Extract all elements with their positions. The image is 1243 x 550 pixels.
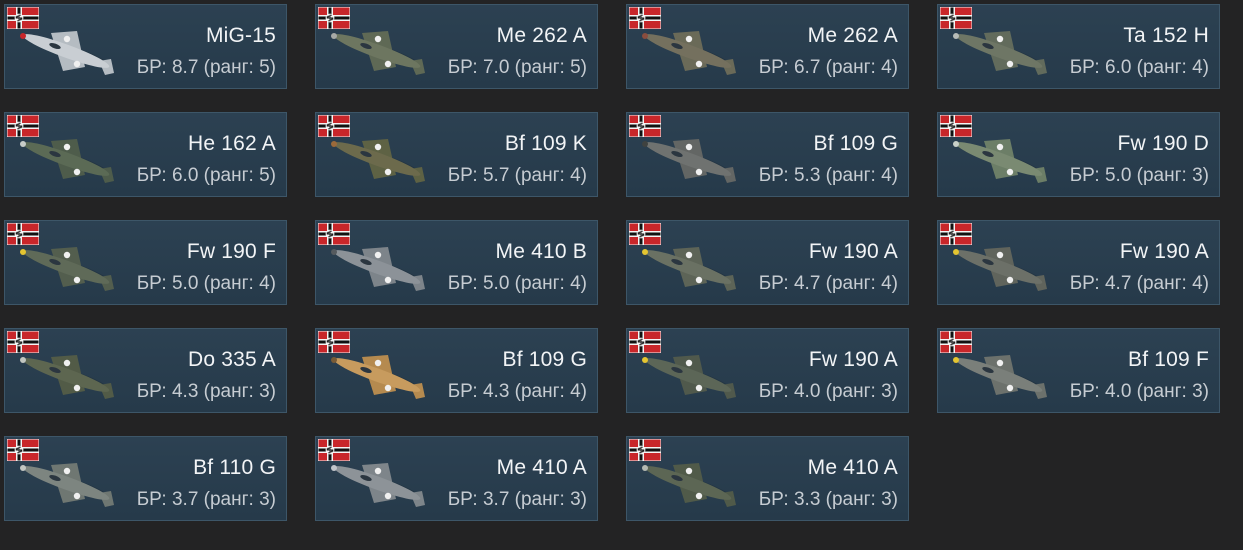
vehicle-name: Bf 109 F: [1128, 348, 1209, 371]
vehicle-card[interactable]: Bf 110 G БР: 3.7 (ранг: 3): [4, 436, 287, 521]
german-flag-icon: [318, 331, 350, 353]
german-flag-icon: [940, 7, 972, 29]
vehicle-name: He 162 A: [188, 132, 276, 155]
german-flag-icon: [318, 115, 350, 137]
vehicle-card[interactable]: Bf 109 G БР: 5.3 (ранг: 4): [626, 112, 909, 197]
vehicle-battle-rating: БР: 6.0 (ранг: 4): [1069, 57, 1209, 78]
vehicle-card[interactable]: Me 410 A БР: 3.7 (ранг: 3): [315, 436, 598, 521]
vehicle-battle-rating: БР: 8.7 (ранг: 5): [136, 57, 276, 78]
vehicle-card[interactable]: Bf 109 G БР: 4.3 (ранг: 4): [315, 328, 598, 413]
vehicle-name: Bf 109 G: [813, 132, 898, 155]
vehicle-card[interactable]: Do 335 A БР: 4.3 (ранг: 3): [4, 328, 287, 413]
german-flag-icon: [7, 331, 39, 353]
vehicle-card[interactable]: Ta 152 H БР: 6.0 (ранг: 4): [937, 4, 1220, 89]
vehicle-card[interactable]: Fw 190 A БР: 4.0 (ранг: 3): [626, 328, 909, 413]
vehicle-battle-rating: БР: 6.7 (ранг: 4): [758, 57, 898, 78]
vehicle-name: Me 410 B: [495, 240, 587, 263]
vehicle-name: Bf 109 G: [502, 348, 587, 371]
german-flag-icon: [7, 115, 39, 137]
vehicle-battle-rating: БР: 6.0 (ранг: 5): [136, 165, 276, 186]
vehicle-battle-rating: БР: 3.7 (ранг: 3): [136, 489, 276, 510]
german-flag-icon: [940, 115, 972, 137]
vehicle-card[interactable]: Bf 109 K БР: 5.7 (ранг: 4): [315, 112, 598, 197]
german-flag-icon: [7, 439, 39, 461]
vehicle-battle-rating: БР: 5.7 (ранг: 4): [447, 165, 587, 186]
vehicle-card[interactable]: Me 262 A БР: 6.7 (ранг: 4): [626, 4, 909, 89]
vehicle-name: Me 410 A: [496, 456, 587, 479]
vehicle-name: Fw 190 A: [808, 348, 898, 371]
vehicle-card[interactable]: MiG-15 БР: 8.7 (ранг: 5): [4, 4, 287, 89]
german-flag-icon: [7, 7, 39, 29]
vehicle-name: Fw 190 A: [808, 240, 898, 263]
german-flag-icon: [629, 7, 661, 29]
vehicle-card[interactable]: Me 262 A БР: 7.0 (ранг: 5): [315, 4, 598, 89]
vehicle-name: Ta 152 H: [1123, 24, 1209, 47]
german-flag-icon: [629, 331, 661, 353]
vehicle-battle-rating: БР: 5.0 (ранг: 4): [447, 273, 587, 294]
vehicle-battle-rating: БР: 4.3 (ранг: 3): [136, 381, 276, 402]
german-flag-icon: [318, 439, 350, 461]
vehicle-battle-rating: БР: 4.3 (ранг: 4): [447, 381, 587, 402]
vehicle-battle-rating: БР: 4.0 (ранг: 3): [758, 381, 898, 402]
vehicle-battle-rating: БР: 3.3 (ранг: 3): [758, 489, 898, 510]
german-flag-icon: [7, 223, 39, 245]
vehicle-card[interactable]: He 162 A БР: 6.0 (ранг: 5): [4, 112, 287, 197]
vehicle-battle-rating: БР: 3.7 (ранг: 3): [447, 489, 587, 510]
german-flag-icon: [629, 223, 661, 245]
german-flag-icon: [629, 439, 661, 461]
vehicle-card[interactable]: Fw 190 A БР: 4.7 (ранг: 4): [937, 220, 1220, 305]
vehicle-card[interactable]: Me 410 A БР: 3.3 (ранг: 3): [626, 436, 909, 521]
vehicle-card[interactable]: Bf 109 F БР: 4.0 (ранг: 3): [937, 328, 1220, 413]
vehicle-name: Bf 109 K: [504, 132, 587, 155]
german-flag-icon: [940, 223, 972, 245]
vehicle-name: Fw 190 F: [186, 240, 276, 263]
vehicle-card[interactable]: Fw 190 D БР: 5.0 (ранг: 3): [937, 112, 1220, 197]
vehicle-name: Fw 190 D: [1117, 132, 1209, 155]
vehicle-battle-rating: БР: 5.0 (ранг: 4): [136, 273, 276, 294]
vehicle-battle-rating: БР: 4.7 (ранг: 4): [1069, 273, 1209, 294]
vehicle-name: Me 262 A: [807, 24, 898, 47]
vehicle-battle-rating: БР: 4.7 (ранг: 4): [758, 273, 898, 294]
german-flag-icon: [629, 115, 661, 137]
vehicle-name: MiG-15: [205, 24, 276, 47]
german-flag-icon: [318, 7, 350, 29]
vehicle-card[interactable]: Fw 190 A БР: 4.7 (ранг: 4): [626, 220, 909, 305]
vehicle-battle-rating: БР: 7.0 (ранг: 5): [447, 57, 587, 78]
vehicle-name: Me 410 A: [807, 456, 898, 479]
german-flag-icon: [318, 223, 350, 245]
vehicle-name: Do 335 A: [188, 348, 276, 371]
vehicle-name: Bf 110 G: [193, 456, 276, 479]
vehicle-battle-rating: БР: 4.0 (ранг: 3): [1069, 381, 1209, 402]
vehicle-battle-rating: БР: 5.3 (ранг: 4): [758, 165, 898, 186]
vehicle-card[interactable]: Fw 190 F БР: 5.0 (ранг: 4): [4, 220, 287, 305]
vehicle-name: Fw 190 A: [1119, 240, 1209, 263]
vehicle-battle-rating: БР: 5.0 (ранг: 3): [1069, 165, 1209, 186]
vehicle-card[interactable]: Me 410 B БР: 5.0 (ранг: 4): [315, 220, 598, 305]
german-flag-icon: [940, 331, 972, 353]
vehicle-grid: MiG-15 БР: 8.7 (ранг: 5) Me 262 A БР: 7.…: [4, 4, 1220, 521]
vehicle-name: Me 262 A: [496, 24, 587, 47]
